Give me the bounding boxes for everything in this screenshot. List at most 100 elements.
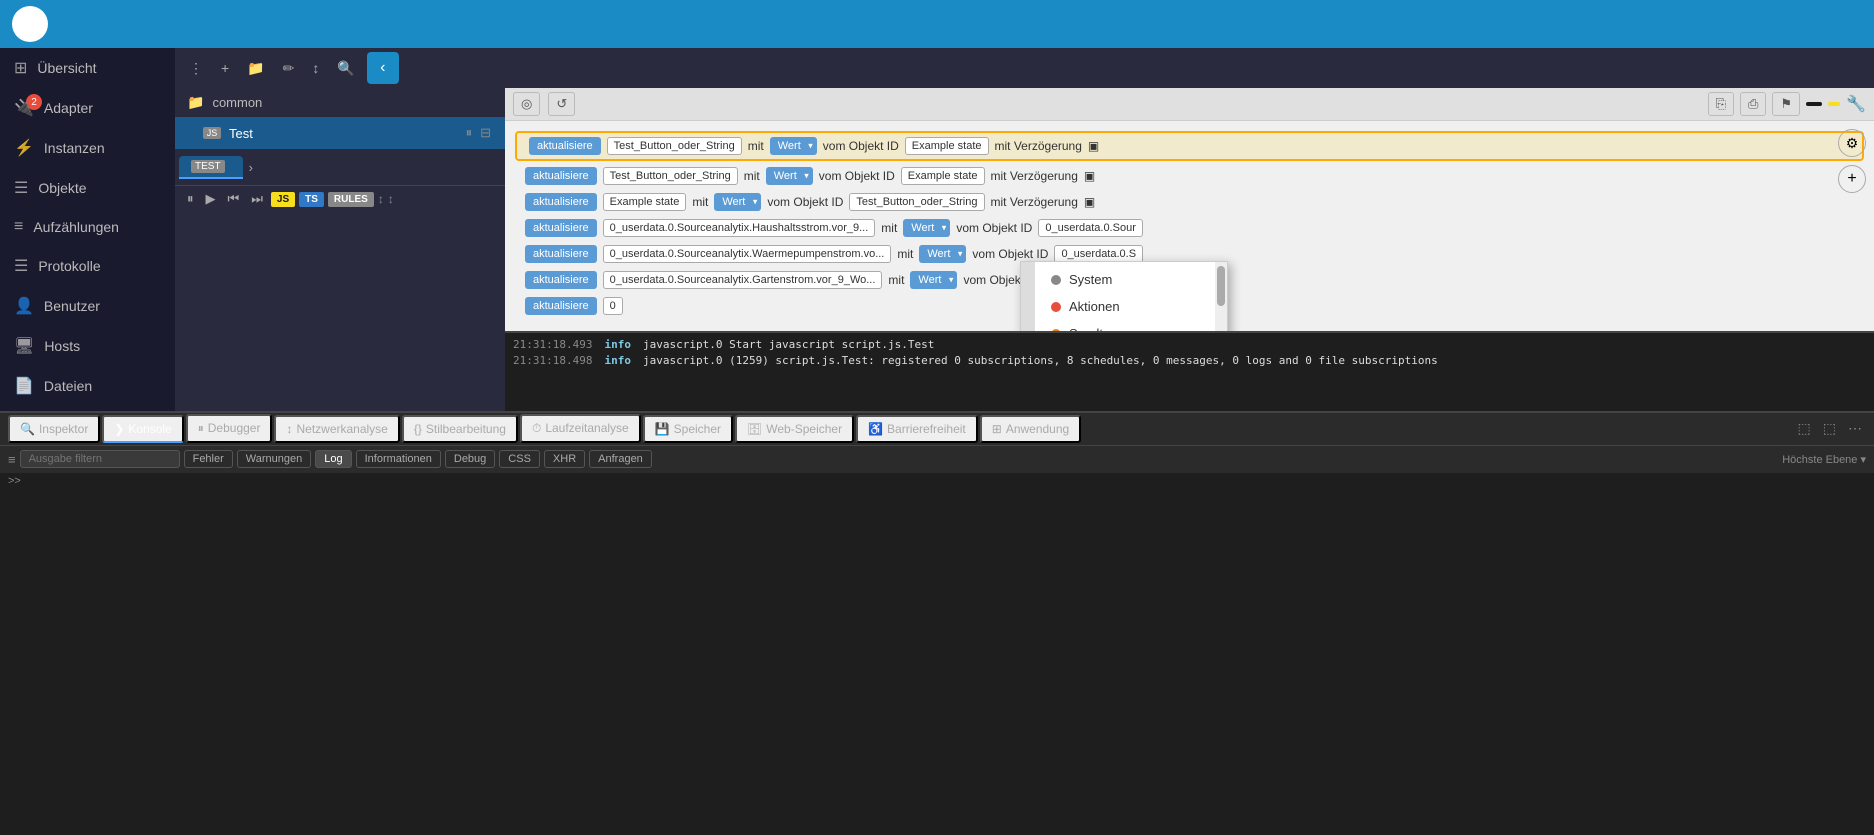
block-obj1-4[interactable]: 0_userdata.0.Sourceanalytix.Waermepumpen… [603,245,892,263]
sort-button[interactable]: ↕ [306,56,325,80]
step-back-button[interactable]: ⏮ [224,189,244,209]
log-message-0: javascript.0 Start javascript script.js.… [643,337,934,354]
devtools-tab-inspektor[interactable]: 🔍Inspektor [8,415,100,443]
rename-button[interactable]: ✏ [277,56,301,81]
block-dropdown-3[interactable]: Wert [903,219,950,237]
sidebar-item-adapter[interactable]: 2🔌Adapter [0,88,175,128]
sidebar-label-adapter: Adapter [44,100,93,116]
blocks-scroll-area[interactable]: aktualisiereTest_Button_oder_String mit … [505,121,1874,331]
tab-more-button[interactable]: › [245,156,257,179]
file-pause-button[interactable]: ⏸ [464,123,475,143]
file-tree-item-test[interactable]: JSTest⏸⊟ [175,117,505,149]
block-dropdown-2[interactable]: Wert [714,193,761,211]
sidebar-item-dateien[interactable]: 📄Dateien [0,366,175,406]
block-obj2-1[interactable]: Example state [901,167,985,185]
block-obj1-2[interactable]: Example state [603,193,687,211]
sidebar: ⊞Übersicht2🔌Adapter⚡Instanzen☰Objekte≡Au… [0,48,175,411]
block-mit-4: mit [897,247,913,261]
rules-mode-button[interactable]: RULES [328,192,374,207]
folder-icon: 📁 [187,94,204,111]
devtools-right-icon-1[interactable]: ⬚ [1819,416,1840,441]
block-vom-0: vom Objekt ID [823,139,899,153]
file-minimize-button[interactable]: ⊟ [478,123,493,143]
target-icon-button[interactable]: ◎ [513,92,540,116]
refresh-button[interactable]: ↺ [548,92,575,116]
step-fwd-button[interactable]: ⏭ [247,189,267,209]
sidebar-item-protokolle[interactable]: ☰Protokolle [0,246,175,286]
filter-btn-warnungen[interactable]: Warnungen [237,450,311,468]
add-folder-button[interactable]: 📁 [241,56,270,81]
sidebar-item-ubersicht[interactable]: ⊞Übersicht [0,48,175,88]
filter-btn-css[interactable]: CSS [499,450,540,468]
block-obj1-0[interactable]: Test_Button_oder_String [607,137,742,155]
ts-mode-button[interactable]: TS [299,192,324,207]
block-dropdown-5[interactable]: Wert [910,271,957,289]
sidebar-item-objekte[interactable]: ☰Objekte [0,168,175,208]
dropdown-item-sendto[interactable]: Sendto [1035,320,1215,331]
block-dropdown-4[interactable]: Wert [919,245,966,263]
sidebar-icon-hosts: 🖥 [14,336,34,356]
collapse-button[interactable]: ↕ [388,192,394,206]
devtools-tab-stilbearbeitung[interactable]: {}Stilbearbeitung [402,415,518,443]
sidebar-item-hosts[interactable]: 🖥Hosts [0,326,175,366]
devtools-right-icon-2[interactable]: ⋯ [1844,416,1866,441]
filter-btn-anfragen[interactable]: Anfragen [589,450,652,468]
add-script-button[interactable]: + [215,56,235,80]
sidebar-item-benutzer[interactable]: 👤Benutzer [0,286,175,326]
block-dropdown-1[interactable]: Wert [766,167,813,185]
dropdown-item-aktionen[interactable]: Aktionen [1035,293,1215,320]
block-toggle-1[interactable]: ▣ [1084,169,1095,183]
block-obj2-0[interactable]: Example state [905,137,989,155]
filter-right: Höchste Ebene ▾ [1782,453,1866,466]
search-button[interactable]: 🔍 [331,56,360,81]
devtools-tab-konsole[interactable]: ❯Konsole [102,415,183,443]
js-mode-button[interactable]: JS [271,192,295,207]
block-obj1-1[interactable]: Test_Button_oder_String [603,167,738,185]
block-verzogerung-2: mit Verzögerung [991,195,1078,209]
block-obj1-5[interactable]: 0_userdata.0.Sourceanalytix.Gartenstrom.… [603,271,883,289]
filter-btn-log[interactable]: Log [315,450,351,468]
console-filter-input[interactable] [20,450,180,468]
export-button[interactable]: ⎘ [1708,92,1734,116]
devtools-tab-speicher[interactable]: 💾Speicher [643,415,733,443]
block-obj2-3[interactable]: 0_userdata.0.Sour [1038,219,1143,237]
filter-btn-xhr[interactable]: XHR [544,450,585,468]
block-obj1-3[interactable]: 0_userdata.0.Sourceanalytix.Haushaltsstr… [603,219,876,237]
devtools-tab-anwendung[interactable]: ⊞Anwendung [980,415,1081,443]
log-time-0: 21:31:18.493 [513,337,592,354]
play-button[interactable]: ▶ [202,189,220,209]
pause-button[interactable]: ⏸ [183,189,198,209]
devtools-tab-debugger[interactable]: ⏸Debugger [186,414,273,443]
settings-wrench-button[interactable]: 🔧 [1846,94,1866,114]
flag-button[interactable]: ⚑ [1772,92,1800,116]
block-toggle-0[interactable]: ▣ [1088,139,1099,153]
filter-btn-fehler[interactable]: Fehler [184,450,233,468]
more-options-button[interactable]: ⋮ [183,56,209,81]
block-field-obj1-6[interactable]: 0 [603,297,623,315]
settings-circle-button[interactable]: ⚙ [1838,129,1866,157]
devtools-tab-barrierefreiheit[interactable]: ♿Barrierefreiheit [856,415,978,443]
sidebar-item-instanzen[interactable]: ⚡Instanzen [0,128,175,168]
devtools-tab-laufzeitanalyse[interactable]: ⏱Laufzeitanalyse [520,414,641,443]
devtools-tab-web-speicher[interactable]: 🗄Web-Speicher [735,415,854,443]
block-dropdown-0[interactable]: Wert [770,137,817,155]
dropdown-menu: SystemAktionenSendtoDatum und ZeitKonver… [1020,261,1228,331]
file-tree-item-common[interactable]: 📁common [175,88,505,117]
script-tab-test[interactable]: TEST [179,156,243,179]
console-content: >> [0,473,1874,835]
expand-button[interactable]: ↕ [378,192,384,206]
add-circle-button[interactable]: + [1838,165,1866,193]
sidebar-item-aufzahlungen[interactable]: ≡Aufzählungen [0,208,175,246]
log-time-1: 21:31:18.498 [513,353,592,370]
devtools-right-icon-0[interactable]: ⬚ [1794,416,1815,441]
import-button[interactable]: ⎙ [1740,92,1766,116]
nav-back-button[interactable]: ‹ [367,52,399,84]
filter-btn-debug[interactable]: Debug [445,450,495,468]
sidebar-icon-objekte: ☰ [14,178,28,198]
block-toggle-2[interactable]: ▣ [1084,195,1095,209]
dropdown-item-system[interactable]: System [1035,266,1215,293]
block-obj2-2[interactable]: Test_Button_oder_String [849,193,984,211]
filter-btn-informationen[interactable]: Informationen [356,450,441,468]
devtools-tab-netzwerkanalyse[interactable]: ↕Netzwerkanalyse [274,415,399,443]
sidebar-label-protokolle: Protokolle [38,258,100,274]
